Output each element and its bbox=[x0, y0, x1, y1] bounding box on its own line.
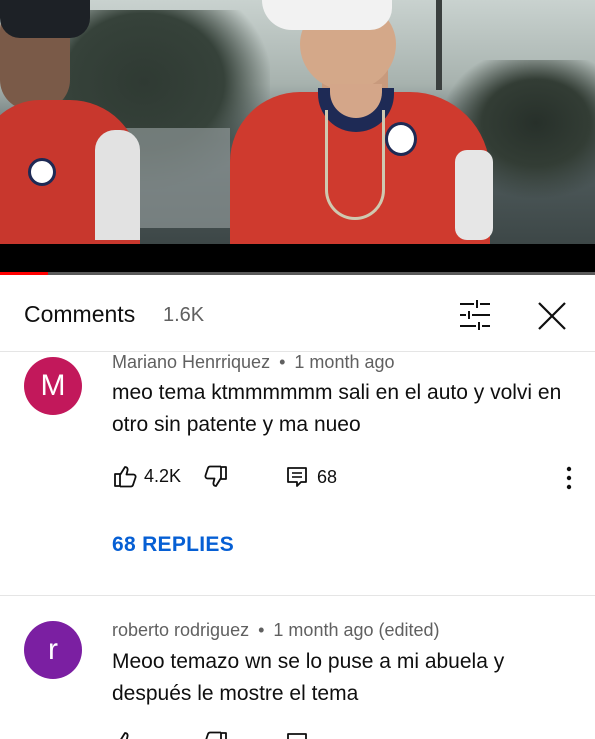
like-button[interactable]: 4.2K bbox=[112, 463, 181, 489]
like-count: 4.2K bbox=[144, 465, 182, 486]
reply-count: 68 bbox=[317, 466, 338, 487]
video-main-person-cap bbox=[262, 0, 392, 30]
meta-separator: • bbox=[279, 352, 286, 372]
reply-button[interactable]: 68 bbox=[285, 465, 337, 489]
more-vert-icon bbox=[566, 466, 572, 490]
video-chain bbox=[325, 110, 385, 220]
thumb-up-icon bbox=[120, 732, 129, 739]
dislike-button[interactable] bbox=[203, 465, 229, 491]
dislike-button[interactable] bbox=[203, 731, 229, 739]
reply-comment-icon bbox=[287, 733, 307, 739]
like-button[interactable] bbox=[112, 729, 138, 739]
video-left-crest bbox=[28, 158, 56, 186]
comments-count: 1.6K bbox=[163, 304, 205, 326]
comment-meta: roberto rodriguez • 1 month ago (edited) bbox=[112, 620, 440, 641]
avatar[interactable]: r bbox=[24, 621, 82, 679]
comment-time: 1 month ago bbox=[294, 352, 395, 372]
video-left-person-sleeve bbox=[95, 130, 140, 240]
video-main-person-sleeve bbox=[455, 150, 493, 240]
reply-comment-icon bbox=[287, 467, 307, 487]
video-pole bbox=[436, 0, 442, 90]
video-bottom-bar bbox=[0, 244, 595, 274]
thumb-down-icon bbox=[204, 465, 227, 487]
thumb-down-icon bbox=[205, 731, 227, 739]
avatar[interactable]: M bbox=[24, 357, 82, 415]
video-player[interactable] bbox=[0, 0, 595, 244]
sort-filter-icon bbox=[460, 300, 490, 330]
close-icon bbox=[538, 302, 566, 330]
comment-text: meo tema ktmmmmmm sali en el auto y volv… bbox=[112, 381, 562, 436]
comment-text: Meoo temazo wn se lo puse a mi abuela y … bbox=[112, 650, 505, 705]
comment-meta: Mariano Henrriquez • 1 month ago bbox=[112, 352, 395, 373]
comments-title: Comments bbox=[24, 301, 136, 327]
video-progress-fill bbox=[0, 272, 48, 275]
close-button[interactable] bbox=[534, 298, 570, 334]
video-progress-track[interactable] bbox=[0, 272, 595, 275]
meta-separator: • bbox=[258, 620, 265, 640]
comment-author[interactable]: Mariano Henrriquez bbox=[112, 352, 270, 372]
thumb-up-icon bbox=[114, 466, 137, 488]
sort-filter-button[interactable] bbox=[456, 298, 494, 332]
comment-divider bbox=[0, 595, 595, 596]
more-options-button[interactable] bbox=[557, 463, 581, 493]
video-main-crest bbox=[385, 122, 417, 156]
reply-button[interactable] bbox=[285, 731, 309, 739]
comment-time: 1 month ago (edited) bbox=[273, 620, 440, 640]
comment-author[interactable]: roberto rodriguez bbox=[112, 620, 249, 640]
avatar-letter: r bbox=[48, 633, 58, 666]
avatar-letter: M bbox=[40, 369, 66, 402]
view-replies-button[interactable]: 68 REPLIES bbox=[112, 533, 234, 557]
video-left-person-cap bbox=[0, 0, 90, 38]
